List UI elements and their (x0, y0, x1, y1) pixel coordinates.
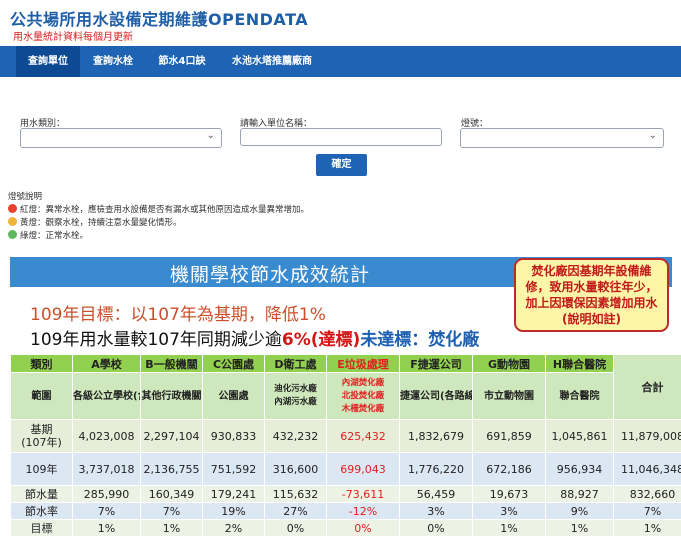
site-title: 公共場所用水設備定期維護OPENDATA (10, 10, 309, 29)
green-light-icon (8, 230, 17, 239)
yellow-light-icon (8, 217, 17, 226)
unit-name-input[interactable] (240, 128, 442, 146)
nav-water-saving-tips[interactable]: 節水4口訣 (148, 46, 216, 77)
table-row: 目標 1% 1% 2% 0% 0% 0% 1% 1% 1% (10, 519, 681, 537)
table-row: 節水量 285,990 160,349 179,241 115,632 -73,… (10, 485, 681, 503)
nav-query-faucet[interactable]: 查詢水栓 (82, 46, 144, 77)
target-statement: 109年目標：以107年為基期，降低1% (30, 305, 326, 325)
red-light-icon (8, 204, 17, 213)
table-header-row: 類別 A學校 B一般機關 C公園處 D衛工處 E垃圾處理 F捷運公司 G動物園 … (10, 354, 681, 420)
main-nav: 查詢單位 查詢水栓 節水4口訣 水池水塔推薦廠商 (0, 46, 681, 77)
confirm-button[interactable]: 確定 (316, 154, 367, 176)
legend-item-red: 紅燈：異常水栓，應檢查用水設備是否有漏水或其他原因造成水量異常增加。 (8, 204, 309, 217)
light-select[interactable]: ⌄ (460, 128, 664, 148)
table-row: 節水率 7% 7% 19% 27% -12% 3% 3% 9% 7% (10, 502, 681, 520)
table-scope-row: 範圍 各級公立學校(含幼兒園) 其他行政機關 公園處 迪化污水廠 內湖污水廠 內… (10, 372, 681, 420)
nav-query-unit[interactable]: 查詢單位 (16, 46, 80, 77)
site-header: 公共場所用水設備定期維護OPENDATA 用水量統計資料每個月更新 (0, 0, 681, 46)
incinerator-note-callout: 焚化廠因基期年設備維修，致用水量較往年少，加上因環保因素增加用水(說明如註) (514, 258, 669, 332)
chevron-down-icon: ⌄ (648, 130, 657, 141)
table-row: 109年 3,737,018 2,136,755 751,592 316,600… (10, 452, 681, 486)
chevron-down-icon: ⌄ (206, 130, 215, 141)
legend-title: 燈號說明 (8, 192, 43, 202)
table-row: 基期 (107年) 4,023,008 2,297,104 930,833 43… (10, 419, 681, 453)
category-select[interactable]: ⌄ (20, 128, 222, 148)
light-legend: 燈號說明 紅燈：異常水栓，應檢查用水設備是否有漏水或其他原因造成水量異常增加。 … (8, 190, 309, 243)
nav-tank-vendors[interactable]: 水池水塔推薦廠商 (220, 46, 324, 77)
site-subtitle: 用水量統計資料每個月更新 (13, 32, 133, 43)
report-title: 機關學校節水成效統計 (169, 264, 370, 286)
water-saving-table: 類別 A學校 B一般機關 C公園處 D衛工處 E垃圾處理 F捷運公司 G動物園 … (10, 354, 681, 537)
legend-item-green: 綠燈：正常水栓。 (8, 230, 309, 243)
reduction-statement: 109年用水量較107年同期減少逾6%(達標)未達標：焚化廠 (30, 330, 480, 350)
legend-item-yellow: 黃燈：觀察水栓，持續注意水量變化情形。 (8, 217, 309, 230)
